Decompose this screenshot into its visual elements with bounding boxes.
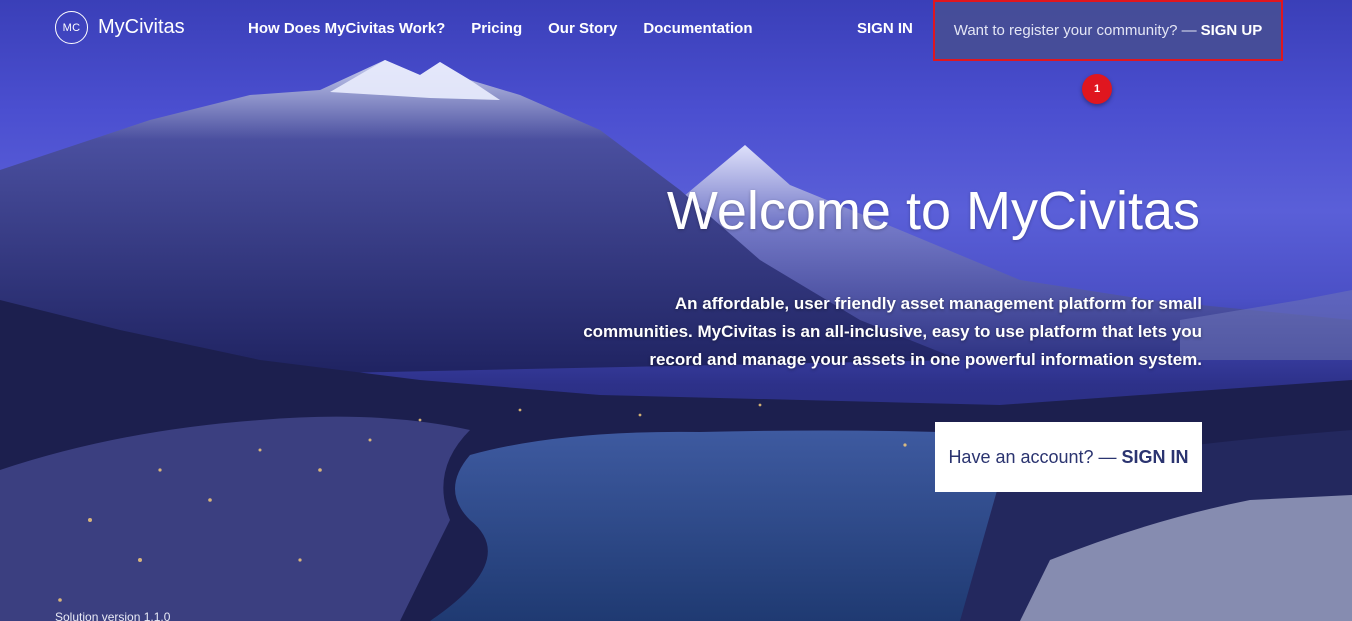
- nav-link-pricing[interactable]: Pricing: [471, 20, 522, 37]
- solution-version-text: Solution version 1.1.0: [55, 610, 171, 621]
- hero-description: An affordable, user friendly asset manag…: [583, 294, 1202, 369]
- nav-sign-in-link[interactable]: SIGN IN: [857, 20, 913, 37]
- mycivitas-logo-icon: MC: [55, 11, 88, 44]
- have-account-text: Have an account? —: [948, 446, 1117, 467]
- top-navigation-bar: MC MyCivitas How Does MyCivitas Work? Pr…: [0, 0, 1352, 61]
- nav-link-our-story[interactable]: Our Story: [548, 20, 617, 37]
- register-prompt-text: Want to register your community? —: [953, 22, 1197, 39]
- have-account-sign-in-button[interactable]: Have an account? — SIGN IN: [935, 422, 1202, 492]
- hero-title: Welcome to MyCivitas: [666, 181, 1200, 241]
- brand-name: MyCivitas: [98, 16, 185, 38]
- nav-link-documentation[interactable]: Documentation: [643, 20, 752, 37]
- nav-links: How Does MyCivitas Work? Pricing Our Sto…: [248, 20, 752, 37]
- register-community-button[interactable]: Want to register your community? — SIGN …: [933, 0, 1283, 61]
- brand-home-link[interactable]: MC MyCivitas: [55, 11, 185, 44]
- annotation-step-badge: 1: [1082, 74, 1112, 104]
- nav-link-how-it-works[interactable]: How Does MyCivitas Work?: [248, 20, 445, 37]
- sign-in-link[interactable]: SIGN IN: [1122, 447, 1189, 468]
- sign-up-link[interactable]: SIGN UP: [1201, 22, 1263, 39]
